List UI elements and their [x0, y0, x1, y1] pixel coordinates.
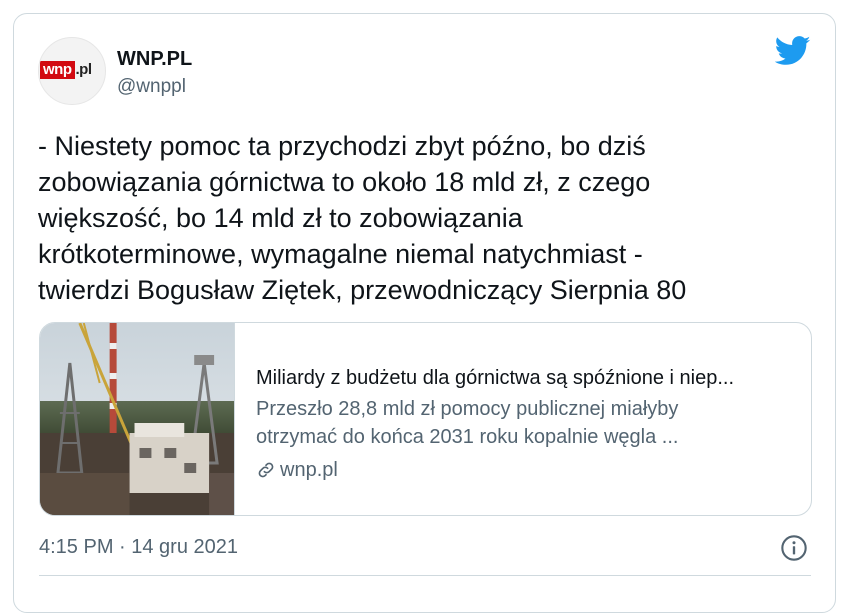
tweet-text-line: krótkoterminowe, wymagalne niemal natych…	[38, 239, 643, 269]
link-thumbnail-image[interactable]	[40, 323, 235, 516]
link-card-title: Miliardy z budżetu dla górnictwa są spóź…	[256, 367, 735, 389]
tweet-text: - Niestety pomoc ta przychodzi zbyt późn…	[38, 128, 798, 308]
tweet-card[interactable]	[13, 13, 836, 613]
tweet-text-line: zobowiązania górnictwa to około 18 mld z…	[38, 167, 651, 197]
info-icon[interactable]	[780, 534, 808, 562]
tweet-text-line: większość, bo 14 mld zł to zobowiązania	[38, 203, 523, 233]
wnp-logo: wnp .pl	[40, 60, 92, 80]
author-name[interactable]: WNP.PL	[117, 47, 192, 71]
link-card-domain: wnp.pl	[256, 456, 338, 484]
twitter-bird-icon[interactable]	[775, 36, 811, 66]
divider	[39, 575, 811, 576]
tweet-text-line: - Niestety pomoc ta przychodzi zbyt późn…	[38, 131, 646, 161]
tweet-text-line: twierdzi Bogusław Ziętek, przewodniczący…	[38, 275, 687, 305]
link-card-description: Przeszło 28,8 mld zł pomocy publicznej m…	[256, 398, 679, 448]
link-icon	[258, 462, 274, 478]
avatar[interactable]: wnp .pl	[38, 37, 106, 105]
link-preview-card[interactable]: Miliardy z budżetu dla górnictwa są spóź…	[39, 322, 812, 516]
author-handle[interactable]: @wnppl	[117, 75, 186, 99]
tweet-timestamp[interactable]: 4:15 PM · 14 gru 2021	[39, 533, 238, 561]
